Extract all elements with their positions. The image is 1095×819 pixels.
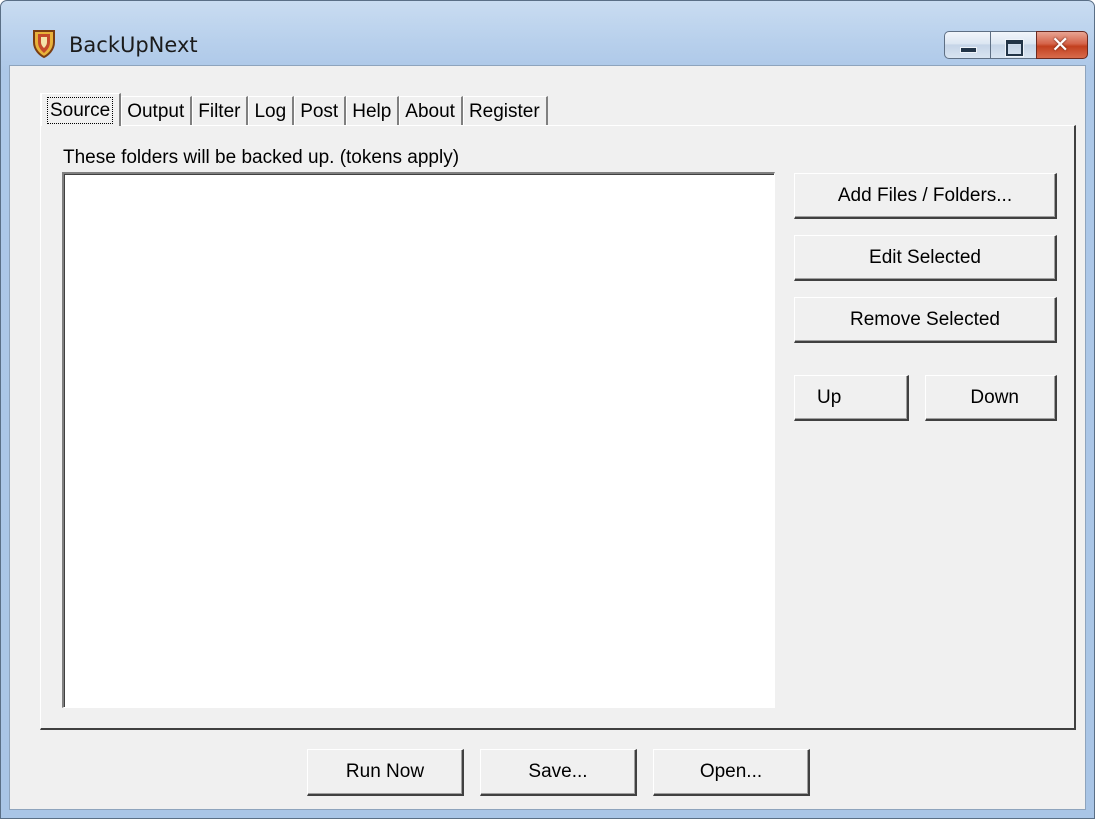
tab-source-label: Source [47,97,114,124]
tab-source[interactable]: Source [40,93,122,126]
tab-log[interactable]: Log [248,96,295,126]
tab-help[interactable]: Help [346,96,400,126]
source-caption: These folders will be backed up. (tokens… [63,147,460,168]
remove-selected-button[interactable]: Remove Selected [794,297,1057,343]
add-files-folders-button[interactable]: Add Files / Folders... [794,173,1057,219]
maximize-button[interactable] [990,31,1036,59]
minimize-icon [960,47,977,53]
title-bar[interactable]: BackUpNext ✕ [1,1,1094,65]
tab-about[interactable]: About [399,96,463,126]
caption-buttons: ✕ [944,31,1088,61]
tab-post[interactable]: Post [294,96,347,126]
tab-register[interactable]: Register [462,96,548,126]
tab-filter[interactable]: Filter [192,96,249,126]
up-button[interactable]: Up [794,375,909,421]
down-button[interactable]: Down [925,375,1057,421]
source-folders-list[interactable] [62,172,775,708]
tab-output[interactable]: Output [121,96,193,126]
save-button[interactable]: Save... [480,749,637,796]
open-button[interactable]: Open... [653,749,810,796]
run-now-button[interactable]: Run Now [307,749,464,796]
minimize-button[interactable] [944,31,990,59]
maximize-icon [1005,39,1024,57]
edit-selected-button[interactable]: Edit Selected [794,235,1057,281]
close-button[interactable]: ✕ [1036,31,1088,59]
window-title: BackUpNext [69,33,198,57]
tab-strip: Source Output Filter Log Post Help About… [40,93,548,126]
close-icon: ✕ [1051,33,1070,58]
shield-icon [33,30,55,59]
